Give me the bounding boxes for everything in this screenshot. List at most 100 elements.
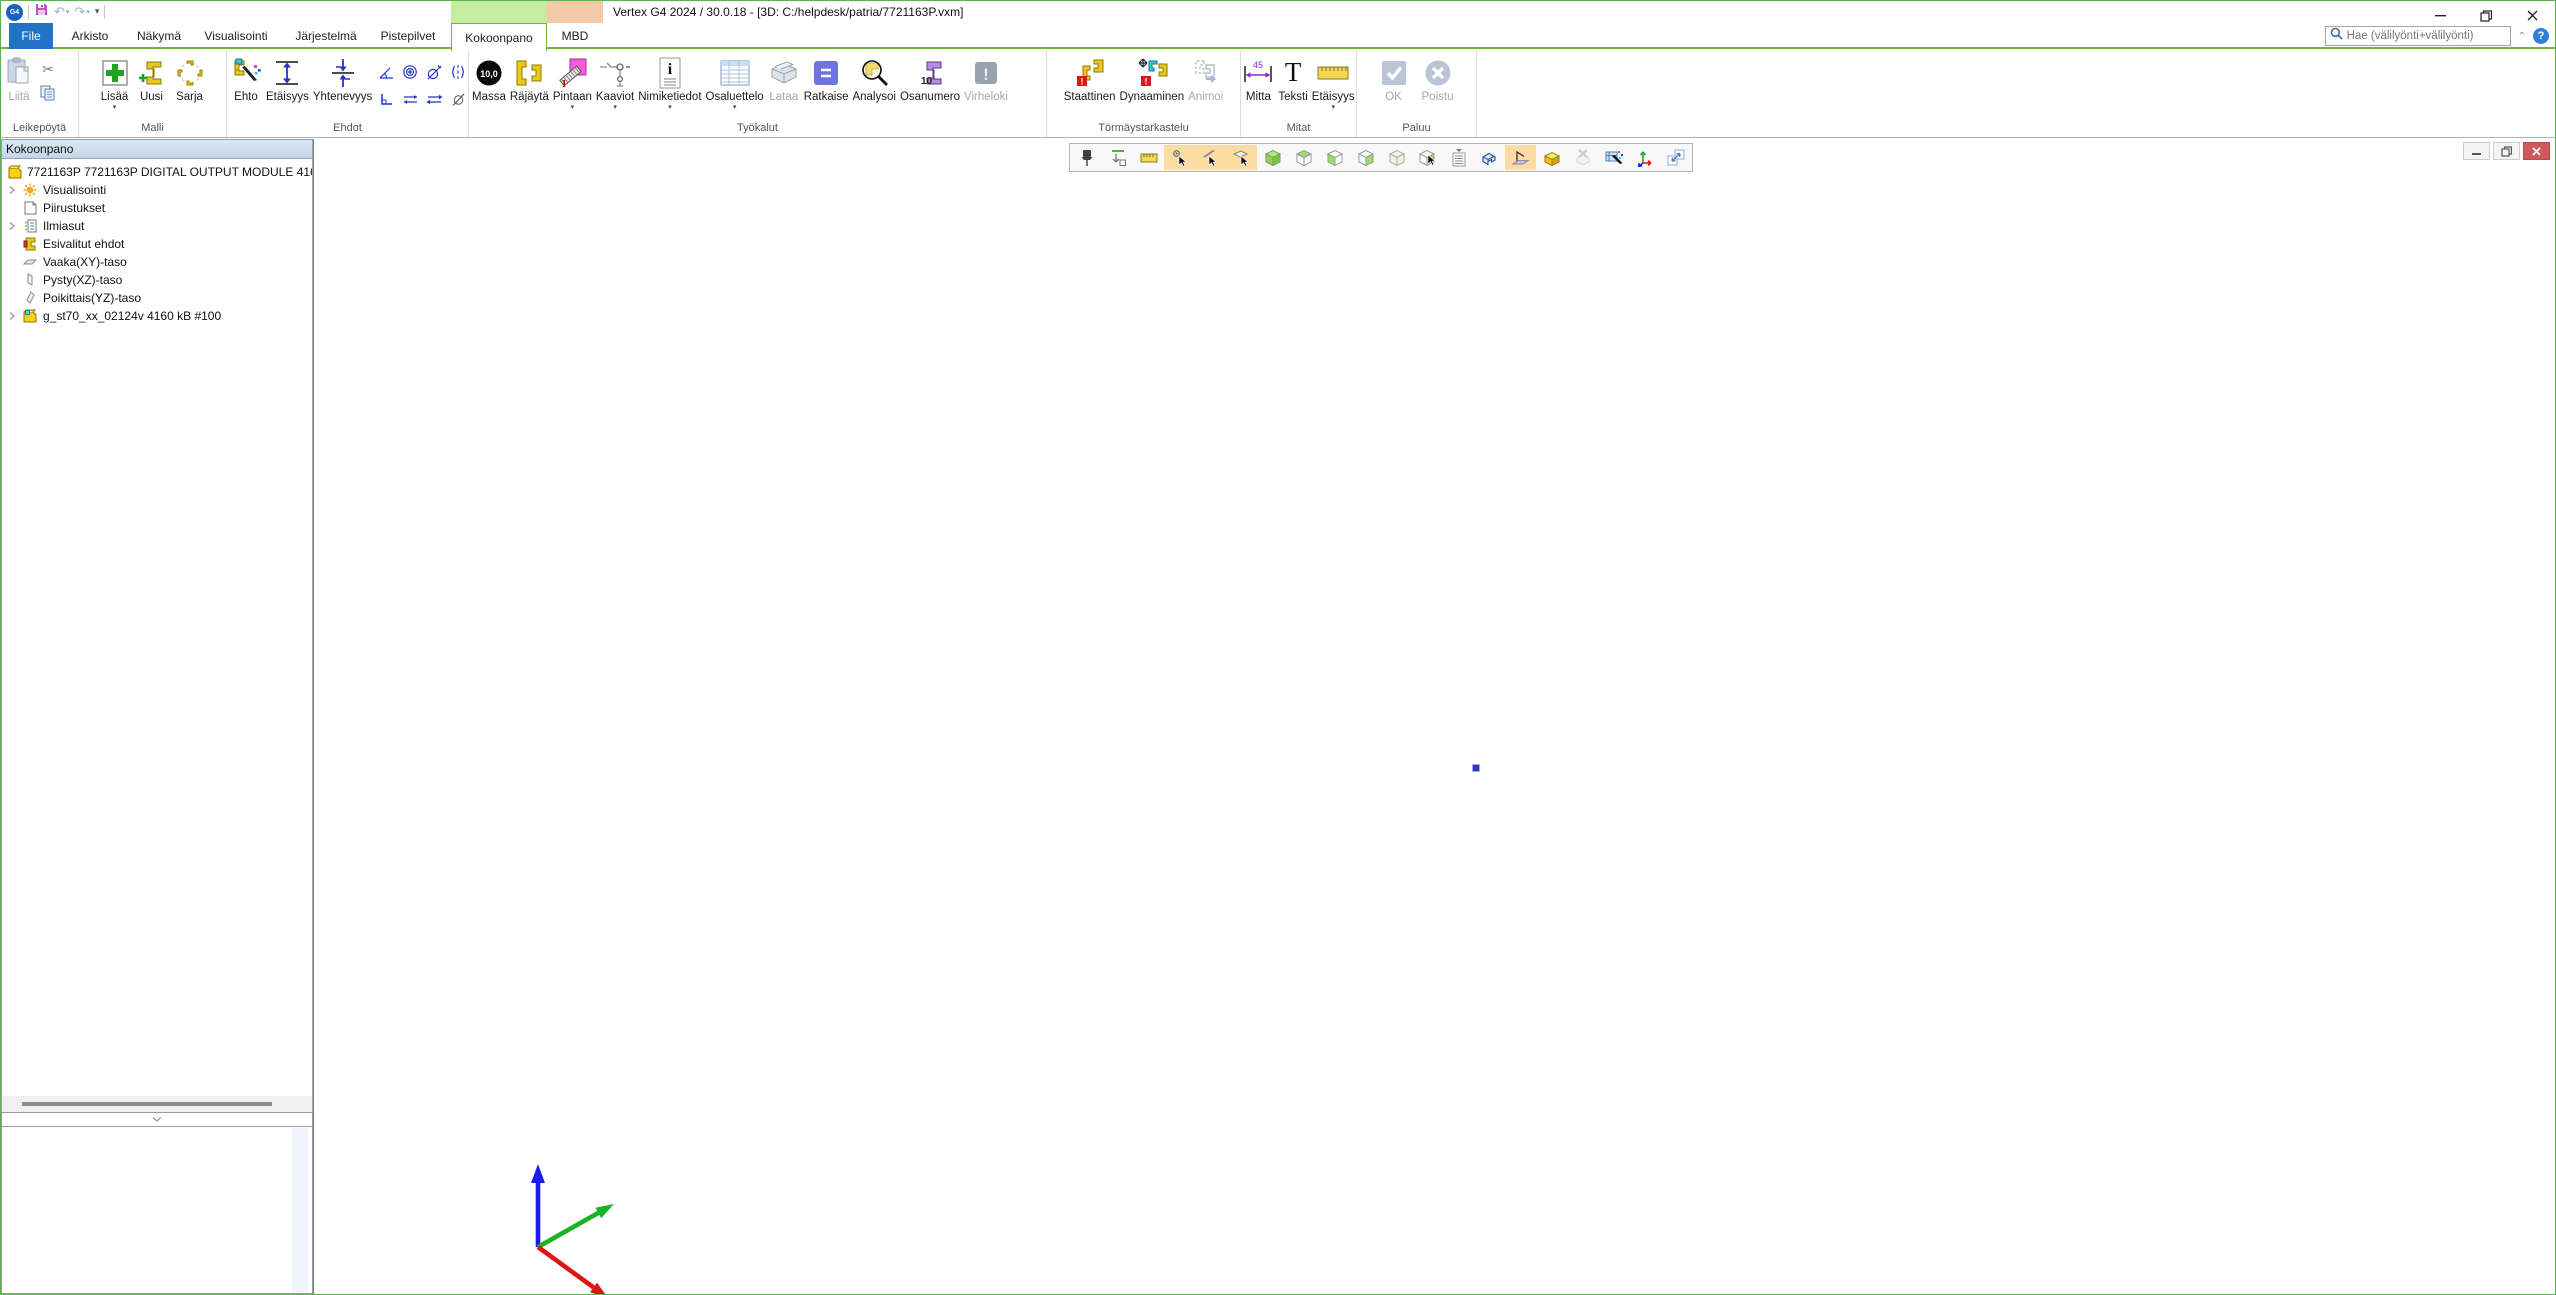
plane-xy-icon [22,255,38,270]
mass-button[interactable]: 10,0 Massa [470,53,508,119]
snap-edge-button[interactable] [1195,145,1226,170]
delete-clip-button[interactable] [1567,145,1598,170]
scrollbar-thumb[interactable] [22,1102,272,1106]
coincident-constraint-button[interactable]: Yhtenevyys [311,53,374,119]
tangent-constraint-button[interactable] [422,59,446,85]
zoom-fit-button[interactable] [1102,145,1133,170]
suppress-constraint-button[interactable] [446,86,470,112]
explode-button[interactable]: Räjäytä [508,53,551,119]
exit-button[interactable]: Poistu [1420,53,1456,119]
tab-mbd[interactable]: MBD [549,23,601,49]
tab-kokoonpano[interactable]: Kokoonpano [451,23,547,51]
snap-point-button[interactable] [1164,145,1195,170]
pin-button[interactable] [1071,145,1102,170]
minimize-button[interactable] [2417,1,2463,30]
tree-item-root[interactable]: 7721163P 7721163P DIGITAL OUTPUT MODULE … [2,163,312,181]
undo-icon[interactable]: ↶▾ [54,6,69,19]
static-collision-button[interactable]: ! Staattinen [1062,53,1118,119]
dynamic-collision-button[interactable]: ! Dynaaminen [1118,53,1187,119]
distance-arrows-constraint-button[interactable] [422,86,446,112]
delete-clip-icon [1573,148,1593,168]
copy-button[interactable] [36,85,60,107]
group-label: Työkalut [469,122,1046,137]
error-log-button[interactable]: ! Virheloki [962,53,1010,119]
tree-item-poikittais-yz[interactable]: Poikittais(YZ)-taso [2,289,312,307]
paste-button[interactable]: Liitä [2,53,36,119]
dimension-button[interactable]: 45 Mitta [1240,53,1276,119]
swap-view-button[interactable] [1660,145,1691,170]
tree-item-visualisointi[interactable]: Visualisointi [2,181,312,199]
expand-chevron-icon[interactable] [8,311,22,321]
angle-constraint-button[interactable] [374,59,398,85]
top-face-view-button[interactable] [1288,145,1319,170]
secondary-panel-scroll-strip[interactable] [292,1128,308,1292]
animate-button[interactable]: Animoi [1186,53,1225,119]
tab-pistepilvet[interactable]: Pistepilvet [371,23,445,49]
close-button[interactable] [2509,1,2555,30]
symmetric-constraint-button[interactable] [446,59,470,85]
distance-constraint-button[interactable]: Etäisyys [264,53,311,119]
measure-button[interactable] [1133,145,1164,170]
to-surface-button[interactable]: I Pintaan ▾ [551,53,594,119]
schematics-button[interactable]: Kaaviot ▾ [594,53,636,119]
part-number-button[interactable]: 10 Osanumero [898,53,962,119]
collapse-ribbon-icon[interactable]: ⌃ [2518,31,2526,42]
document-restore-button[interactable] [2493,142,2520,160]
tab-nakyma[interactable]: Näkymä [127,23,191,49]
section-view-button[interactable] [1474,145,1505,170]
tree-item-part[interactable]: g_st70_xx_02124v 4160 kB #100 [2,307,312,325]
panel-splitter[interactable] [1,1112,313,1126]
item-data-button[interactable]: i Nimiketiedot ▾ [636,53,703,119]
tree-item-vaaka-xy[interactable]: Vaaka(XY)-taso [2,253,312,271]
tab-visualisointi[interactable]: Visualisointi [193,23,279,49]
concentric-constraint-button[interactable] [398,59,422,85]
save-icon[interactable] [34,2,49,22]
tree-item-piirustukset[interactable]: Piirustukset [2,199,312,217]
document-minimize-button[interactable] [2463,142,2490,160]
perpendicular-constraint-button[interactable] [374,86,398,112]
help-icon[interactable]: ? [2533,28,2549,44]
snap-face-button[interactable] [1226,145,1257,170]
transparent-view-button[interactable] [1381,145,1412,170]
add-model-button[interactable]: Lisää ▾ [99,53,131,119]
model-viewport[interactable] [313,139,2555,1294]
tree-item-ilmiasut[interactable]: Ilmiasut [2,217,312,235]
text-button[interactable]: T Teksti [1276,53,1309,119]
series-button[interactable]: Sarja [173,53,207,119]
right-face-view-button[interactable] [1350,145,1381,170]
clip-box-button[interactable] [1536,145,1567,170]
distance-measure-button[interactable]: Etäisyys ▾ [1310,53,1357,119]
expand-chevron-icon[interactable] [8,221,22,231]
document-close-button[interactable] [2523,142,2550,160]
origin-axes-button[interactable] [1629,145,1660,170]
customize-quick-access-icon[interactable]: ▾ [95,8,100,17]
ok-button[interactable]: OK [1378,53,1410,119]
solve-button[interactable]: Ratkaise [802,53,851,119]
left-face-view-button[interactable] [1319,145,1350,170]
tree-item-pysty-xz[interactable]: Pysty(XZ)-taso [2,271,312,289]
analyze-button[interactable]: Analysoi [850,53,897,119]
tree-item-esivalitut-ehdot[interactable]: Esivalitut ehdot [2,235,312,253]
select-body-button[interactable] [1412,145,1443,170]
tab-jarjestelma[interactable]: Järjestelmä [283,23,369,49]
cut-button[interactable]: ✂ [36,59,60,81]
expand-chevron-icon[interactable] [8,185,22,195]
new-model-button[interactable]: Uusi [135,53,169,119]
constraint-button[interactable]: Ehto [228,53,264,119]
select-window-button[interactable] [1598,145,1629,170]
load-button[interactable]: Lataa [766,53,802,119]
restore-button[interactable] [2463,1,2509,30]
search-input[interactable] [2347,30,2506,42]
tab-arkisto[interactable]: Arkisto [57,23,123,49]
redo-icon[interactable]: ↷▾ [74,6,89,19]
app-logo[interactable]: G4 [6,4,23,21]
tab-file[interactable]: File [9,23,53,49]
shaded-view-button[interactable] [1257,145,1288,170]
tree-horizontal-scrollbar[interactable] [1,1096,313,1112]
document-window-controls [2463,142,2550,160]
parallel-constraint-button[interactable] [398,86,422,112]
datum-point[interactable] [1473,765,1479,771]
part-list-button[interactable]: Osaluettelo ▾ [704,53,766,119]
feature-list-button[interactable] [1443,145,1474,170]
work-plane-button[interactable] [1505,145,1536,170]
